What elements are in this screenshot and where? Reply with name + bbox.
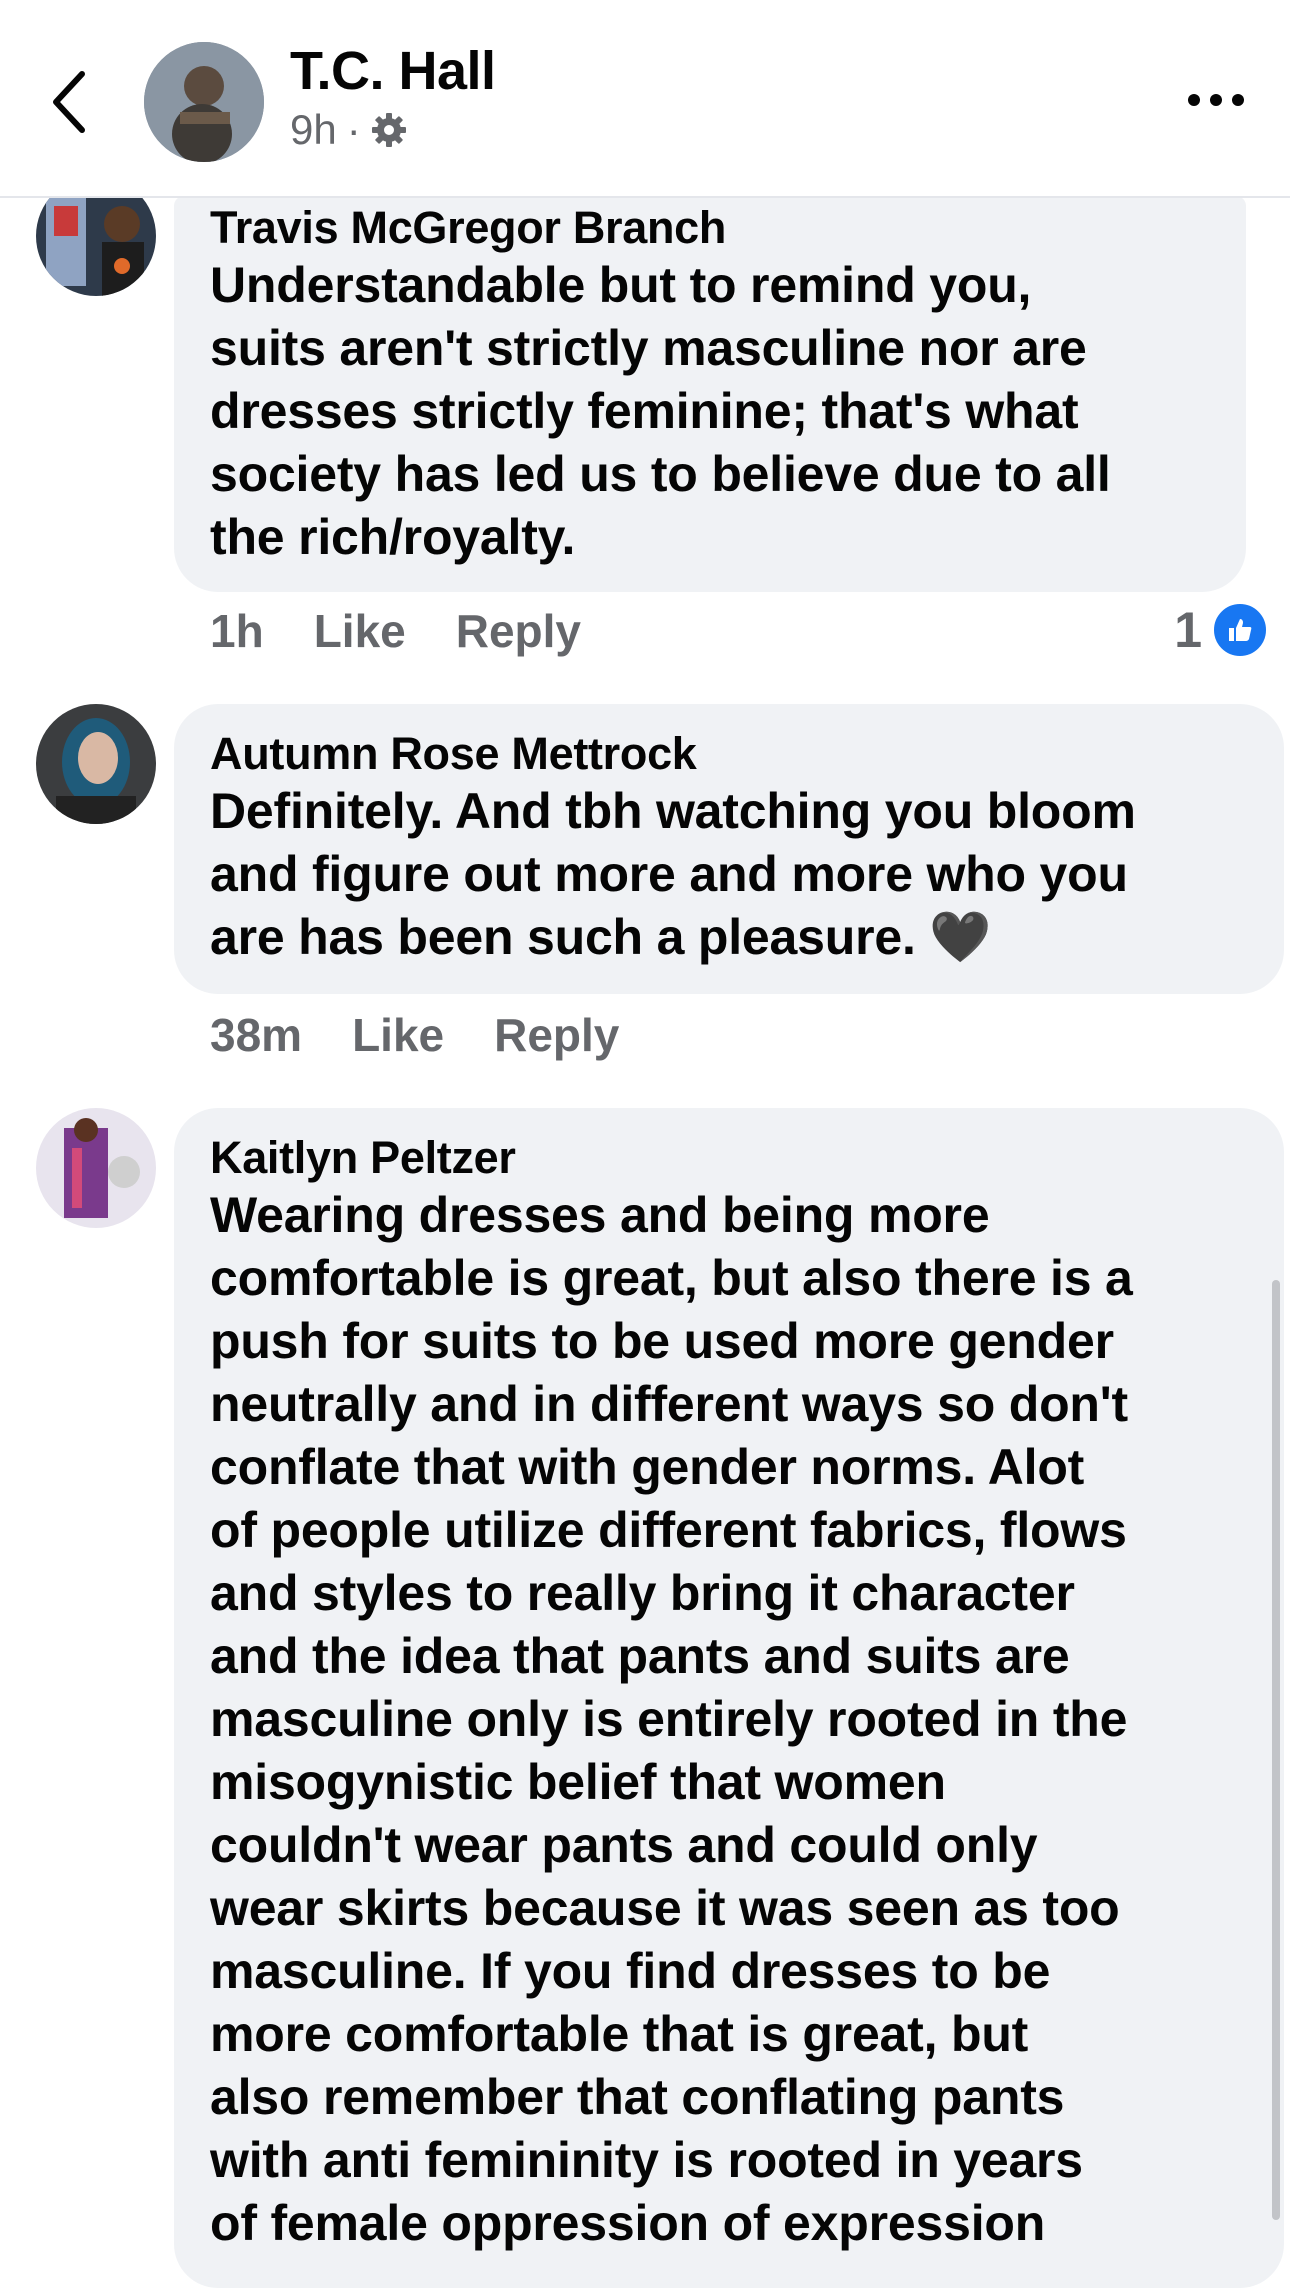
- post-header: T.C. Hall 9h ·: [0, 0, 1290, 198]
- more-options-button[interactable]: [1186, 88, 1246, 112]
- back-button[interactable]: [40, 62, 100, 142]
- more-horizontal-icon: [1188, 94, 1244, 106]
- comment-bubble[interactable]: Autumn Rose Mettrock Definitely. And tbh…: [174, 704, 1284, 994]
- like-button[interactable]: Like: [314, 604, 406, 658]
- scrollbar[interactable]: [1272, 1280, 1280, 2220]
- reply-button[interactable]: Reply: [456, 604, 581, 658]
- author-avatar[interactable]: [144, 42, 264, 162]
- comment-actions: 38m Like Reply: [210, 1008, 619, 1062]
- comment-actions: 1h Like Reply: [210, 604, 581, 658]
- comment-text: Definitely. And tbh watching you bloom a…: [210, 783, 1136, 965]
- comment-text: Wearing dresses and being more comfortab…: [210, 1187, 1133, 2251]
- post-time[interactable]: 9h: [290, 106, 337, 154]
- comment-author[interactable]: Autumn Rose Mettrock: [210, 704, 1248, 780]
- reaction-count[interactable]: 1: [1174, 600, 1270, 660]
- comment-author[interactable]: Kaitlyn Peltzer: [210, 1108, 1248, 1184]
- chevron-left-icon: [53, 71, 85, 133]
- meta-separator: ·: [346, 106, 361, 153]
- comment-text: Understandable but to remind you, suits …: [210, 257, 1111, 565]
- author-name[interactable]: T.C. Hall: [290, 40, 496, 102]
- gear-icon: [371, 113, 406, 147]
- comment-bubble[interactable]: Travis McGregor Branch Understandable bu…: [174, 196, 1246, 592]
- comment-time[interactable]: 1h: [210, 604, 264, 658]
- post-meta: 9h ·: [290, 106, 407, 154]
- thumbs-up-icon: [1210, 600, 1270, 660]
- comment-time[interactable]: 38m: [210, 1008, 302, 1062]
- like-button[interactable]: Like: [352, 1008, 444, 1062]
- avatar[interactable]: [36, 1108, 156, 1228]
- comment-author[interactable]: Travis McGregor Branch: [210, 196, 1210, 254]
- comment-bubble[interactable]: Kaitlyn Peltzer Wearing dresses and bein…: [174, 1108, 1284, 2288]
- reply-button[interactable]: Reply: [494, 1008, 619, 1062]
- avatar[interactable]: [36, 704, 156, 824]
